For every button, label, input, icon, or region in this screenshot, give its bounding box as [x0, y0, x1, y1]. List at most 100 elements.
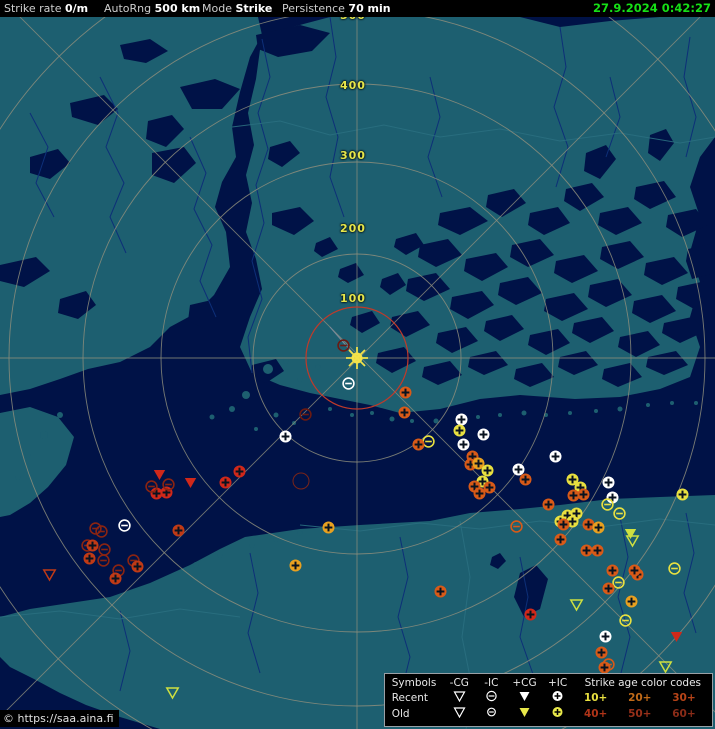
legend-sym-old-pcg: [507, 706, 541, 722]
strike-marker: [218, 475, 233, 490]
legend-sym-recent-pcg: [507, 690, 541, 706]
strike-marker: [601, 581, 616, 596]
persistence-value: 70 min: [348, 2, 391, 15]
strike-marker: [117, 518, 132, 533]
range-label-200: 200: [340, 222, 366, 235]
legend-sym-old-ncg: [443, 706, 475, 722]
strike-marker: [476, 427, 491, 442]
strike-marker: [108, 571, 123, 586]
legend-sym-old-pic: [542, 706, 574, 722]
strike-marker: [96, 553, 111, 568]
strike-marker: [625, 533, 640, 548]
strike-marker: [675, 487, 690, 502]
strike-rate-label: Strike rate: [4, 2, 62, 15]
strike-marker: [569, 597, 584, 612]
strike-marker: [183, 475, 198, 490]
strike-marker: [288, 558, 303, 573]
strike-marker: [556, 517, 571, 532]
strike-marker: [518, 472, 533, 487]
mode-label: Mode: [202, 2, 232, 15]
autorng-field: AutoRng 500 km: [104, 0, 200, 17]
legend-age-20: 20+: [628, 691, 652, 704]
timestamp: 27.9.2024 0:42:27: [593, 1, 711, 15]
strike-marker: [472, 486, 487, 501]
legend-row-old: Old 40+ 50+ 60+: [391, 706, 706, 722]
strike-marker: [601, 475, 616, 490]
autorng-label: AutoRng: [104, 2, 152, 15]
strike-marker: [411, 437, 426, 452]
strike-rate-field: Strike rate 0/m: [4, 0, 88, 17]
strike-marker: [591, 520, 606, 535]
strike-marker: [667, 561, 682, 576]
strike-marker: [553, 532, 568, 547]
strike-marker: [658, 659, 673, 674]
strike-marker: [171, 523, 186, 538]
strike-marker: [130, 559, 145, 574]
strike-marker: [144, 479, 159, 494]
strike-marker: [341, 376, 356, 391]
strike-marker: [165, 685, 180, 700]
legend-head-nic: -IC: [484, 677, 499, 689]
legend-head-ncg: -CG: [449, 677, 469, 689]
legend-head-pic: +IC: [547, 677, 568, 689]
legend-age-10: 10+: [583, 691, 608, 704]
legend-panel: Symbols -CG -IC +CG +IC Strike age color…: [383, 673, 713, 727]
strike-marker: [452, 423, 467, 438]
legend-head-pcg: +CG: [512, 677, 537, 689]
strike-marker: [336, 338, 351, 353]
legend-table: Symbols -CG -IC +CG +IC Strike age color…: [391, 677, 706, 722]
strike-marker: [433, 584, 448, 599]
legend-age-60: 60+: [672, 707, 696, 720]
persistence-field: Persistence 70 min: [282, 0, 391, 17]
legend-sym-recent-pic: [542, 690, 574, 706]
map-canvas: [0, 17, 715, 729]
legend-symbols-title: Symbols: [391, 677, 437, 689]
strike-marker: [669, 629, 684, 644]
range-label-400: 400: [340, 79, 366, 92]
legend-age-50: 50+: [628, 707, 652, 720]
strike-marker: [627, 563, 642, 578]
strike-marker: [612, 506, 627, 521]
legend-sym-recent-ncg: [443, 690, 475, 706]
range-label-100: 100: [340, 292, 366, 305]
strike-marker: [624, 594, 639, 609]
strike-marker: [618, 613, 633, 628]
strike-marker: [523, 607, 538, 622]
strike-marker: [598, 629, 613, 644]
legend-row-old-label: Old: [391, 707, 410, 720]
legend-sym-old-nic: [475, 706, 507, 722]
status-bar: Strike rate 0/m AutoRng 500 km Mode Stri…: [0, 0, 715, 17]
legend-age-30: 30+: [672, 691, 696, 704]
strike-marker: [94, 524, 109, 539]
strike-marker: [509, 519, 524, 534]
persistence-label: Persistence: [282, 2, 345, 15]
legend-age-40: 40+: [583, 707, 608, 720]
mode-field: Mode Strike: [202, 0, 272, 17]
strike-marker: [566, 488, 581, 503]
strike-marker: [590, 543, 605, 558]
strike-marker: [548, 449, 563, 464]
strike-marker: [232, 464, 247, 479]
radar-map[interactable]: 100 200 300 400 500 Symbols -CG -IC +CG …: [0, 17, 715, 729]
strike-marker: [82, 551, 97, 566]
lightning-radar-app: Strike rate 0/m AutoRng 500 km Mode Stri…: [0, 0, 715, 729]
strike-marker: [541, 497, 556, 512]
strike-rate-value: 0/m: [64, 2, 89, 15]
strike-marker: [42, 567, 57, 582]
legend-row-recent: Recent 10+ 20+ 30+: [391, 690, 706, 706]
copyright-label[interactable]: © https://saa.aina.fi: [0, 710, 119, 727]
range-label-500: 500: [340, 17, 366, 22]
strike-marker: [321, 520, 336, 535]
legend-age-title: Strike age color codes: [584, 677, 701, 689]
autorng-value: 500 km: [154, 2, 201, 15]
strike-marker: [397, 405, 412, 420]
strike-marker: [398, 385, 413, 400]
strike-marker: [161, 477, 176, 492]
legend-sym-recent-nic: [475, 690, 507, 706]
strike-marker: [298, 407, 313, 422]
strike-marker: [278, 429, 293, 444]
mode-value: Strike: [235, 2, 273, 15]
range-label-300: 300: [340, 149, 366, 162]
legend-row-recent-label: Recent: [391, 691, 429, 704]
legend-header-row: Symbols -CG -IC +CG +IC Strike age color…: [391, 677, 706, 690]
